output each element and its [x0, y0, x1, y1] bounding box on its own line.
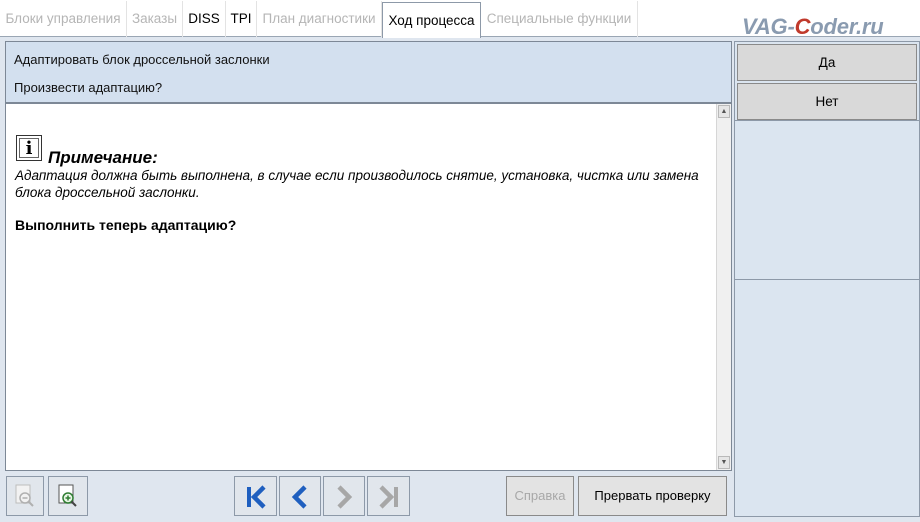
step-question: Произвести адаптацию?: [14, 80, 163, 95]
last-step-button[interactable]: [367, 476, 410, 516]
step-header: Адаптировать блок дроссельной заслонки П…: [5, 41, 732, 103]
yes-button[interactable]: Да: [737, 44, 917, 81]
watermark-logo: VAG-Coder.ru: [742, 14, 884, 39]
tab-diagnostic-plan[interactable]: План диагностики: [257, 1, 382, 37]
note-title: Примечание:: [48, 148, 158, 167]
scroll-down-arrow-icon[interactable]: ▼: [718, 456, 730, 469]
side-divider: [735, 279, 919, 280]
zoom-out-icon: [15, 484, 34, 507]
chevron-left-icon: [291, 485, 307, 509]
tab-diss[interactable]: DISS: [183, 1, 226, 37]
adaptation-question: Выполнить теперь адаптацию?: [15, 217, 237, 233]
scroll-up-arrow-icon[interactable]: ▲: [718, 105, 730, 118]
tab-special-functions[interactable]: Специальные функции: [481, 1, 638, 37]
chevron-right-icon: [337, 485, 353, 509]
help-button[interactable]: Справка: [506, 476, 574, 516]
content-panel: i Примечание: Адаптация должна быть выпо…: [5, 103, 732, 471]
zoom-in-button[interactable]: [48, 476, 88, 516]
zoom-out-button[interactable]: [6, 476, 44, 516]
note-body: Адаптация должна быть выполнена, в случа…: [15, 168, 699, 200]
content-scrollbar[interactable]: ▲ ▼: [716, 104, 731, 470]
tab-tpi[interactable]: TPI: [226, 1, 257, 37]
first-step-button[interactable]: [234, 476, 277, 516]
tab-process[interactable]: Ход процесса: [382, 2, 481, 38]
no-button[interactable]: Нет: [737, 83, 917, 120]
previous-step-button[interactable]: [279, 476, 321, 516]
step-title: Адаптировать блок дроссельной заслонки: [14, 52, 270, 67]
abort-test-button[interactable]: Прервать проверку: [578, 476, 727, 516]
skip-to-last-icon: [378, 485, 398, 509]
skip-to-first-icon: [246, 485, 266, 509]
tab-control-units[interactable]: Блоки управления: [0, 1, 127, 37]
zoom-in-icon: [58, 484, 77, 507]
tab-bar: Блоки управления Заказы DISS TPI План ди…: [0, 0, 920, 39]
next-step-button[interactable]: [323, 476, 365, 516]
tab-orders[interactable]: Заказы: [127, 1, 183, 37]
side-divider: [735, 120, 919, 121]
info-icon: i: [16, 135, 42, 161]
answer-panel: Да Нет: [734, 41, 920, 517]
